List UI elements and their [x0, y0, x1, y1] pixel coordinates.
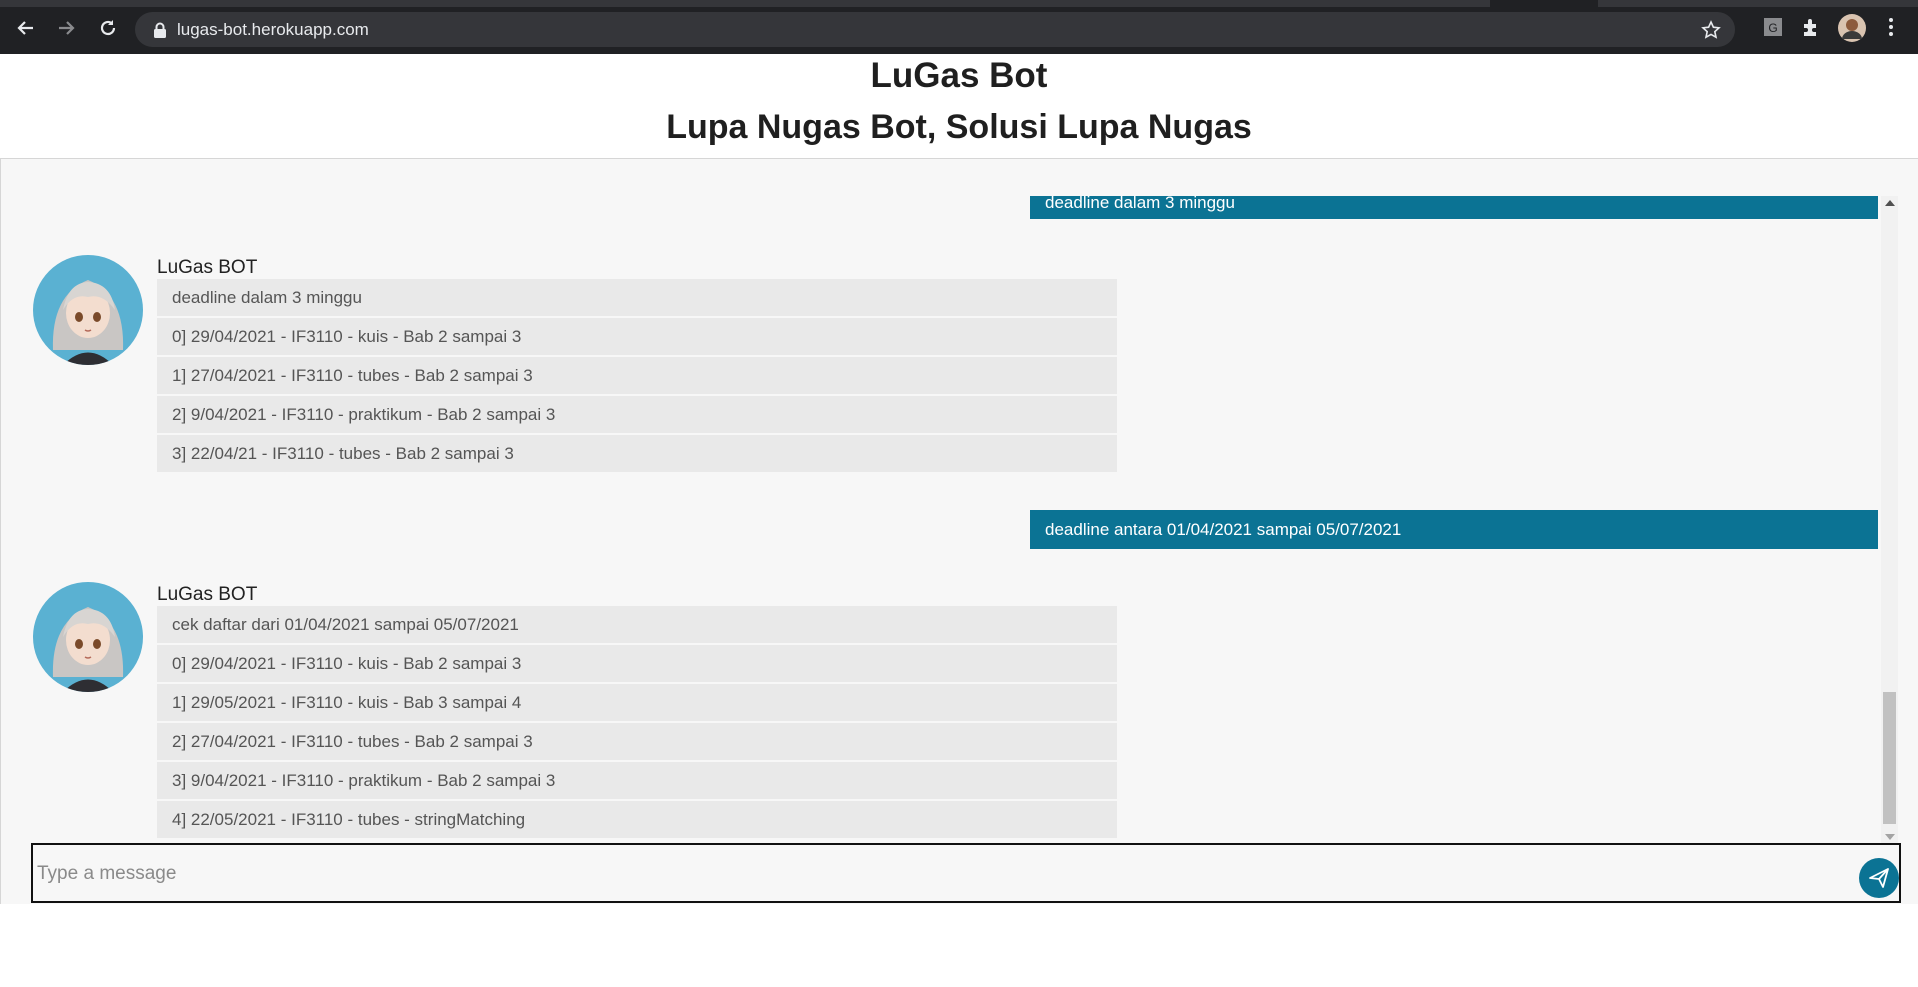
user-message-text: deadline dalam 3 minggu [1045, 196, 1235, 212]
page-title: LuGas Bot [870, 56, 1048, 95]
send-button[interactable] [1859, 858, 1899, 898]
user-message: deadline dalam 3 minggu [1030, 196, 1878, 219]
browser-toolbar: lugas-bot.herokuapp.com G [0, 0, 1918, 54]
bot-line: cek daftar dari 01/04/2021 sampai 05/07/… [157, 606, 1117, 643]
bot-line: 2] 9/04/2021 - IF3110 - praktikum - Bab … [157, 396, 1117, 433]
puzzle-icon[interactable] [1800, 16, 1822, 43]
scrollbar-thumb[interactable] [1883, 692, 1896, 824]
back-icon[interactable] [14, 16, 38, 40]
svg-text:G: G [1768, 21, 1777, 35]
user-message: deadline antara 01/04/2021 sampai 05/07/… [1030, 510, 1878, 549]
lock-icon[interactable] [153, 22, 167, 43]
active-tab-edge[interactable] [1490, 0, 1598, 7]
message-input[interactable] [35, 845, 1839, 903]
forward-icon[interactable] [54, 16, 78, 40]
bot-line: 4] 22/05/2021 - IF3110 - tubes - stringM… [157, 801, 1117, 838]
send-icon [1869, 868, 1889, 888]
bot-line: 3] 22/04/21 - IF3110 - tubes - Bab 2 sam… [157, 435, 1117, 472]
page-header: LuGas Bot Lupa Nugas Bot, Solusi Lupa Nu… [0, 54, 1918, 159]
url-text[interactable]: lugas-bot.herokuapp.com [177, 20, 369, 40]
extension-g-icon[interactable]: G [1762, 16, 1784, 43]
user-message-text: deadline antara 01/04/2021 sampai 05/07/… [1045, 519, 1402, 539]
scroll-down-arrow-icon[interactable] [1885, 834, 1895, 840]
scroll-up-arrow-icon[interactable] [1885, 200, 1895, 206]
address-bar[interactable]: lugas-bot.herokuapp.com [135, 12, 1735, 47]
message-scrollbar[interactable] [1881, 196, 1898, 844]
bot-name: LuGas BOT [157, 257, 258, 278]
bot-avatar [33, 255, 143, 365]
bot-line: 3] 9/04/2021 - IF3110 - praktikum - Bab … [157, 762, 1117, 799]
chat-panel: deadline dalam 3 minggu LuGas BOT deadli… [0, 159, 1918, 904]
profile-avatar[interactable] [1838, 14, 1866, 47]
bot-line: 2] 27/04/2021 - IF3110 - tubes - Bab 2 s… [157, 723, 1117, 760]
tab-strip [0, 0, 1918, 7]
bot-line: 1] 27/04/2021 - IF3110 - tubes - Bab 2 s… [157, 357, 1117, 394]
bot-avatar [33, 582, 143, 692]
bot-message-lines: cek daftar dari 01/04/2021 sampai 05/07/… [157, 606, 1117, 840]
page-subtitle: Lupa Nugas Bot, Solusi Lupa Nugas [666, 108, 1252, 146]
bot-line: 0] 29/04/2021 - IF3110 - kuis - Bab 2 sa… [157, 645, 1117, 682]
bot-line: deadline dalam 3 minggu [157, 279, 1117, 316]
reload-icon[interactable] [96, 16, 120, 40]
bot-line: 1] 29/05/2021 - IF3110 - kuis - Bab 3 sa… [157, 684, 1117, 721]
bot-line: 0] 29/04/2021 - IF3110 - kuis - Bab 2 sa… [157, 318, 1117, 355]
kebab-menu-icon[interactable] [1886, 16, 1896, 43]
message-list[interactable]: deadline dalam 3 minggu LuGas BOT deadli… [1, 196, 1881, 844]
bot-name: LuGas BOT [157, 584, 258, 605]
message-composer [31, 843, 1901, 903]
star-icon[interactable] [1701, 20, 1721, 45]
bot-message-lines: deadline dalam 3 minggu 0] 29/04/2021 - … [157, 279, 1117, 474]
